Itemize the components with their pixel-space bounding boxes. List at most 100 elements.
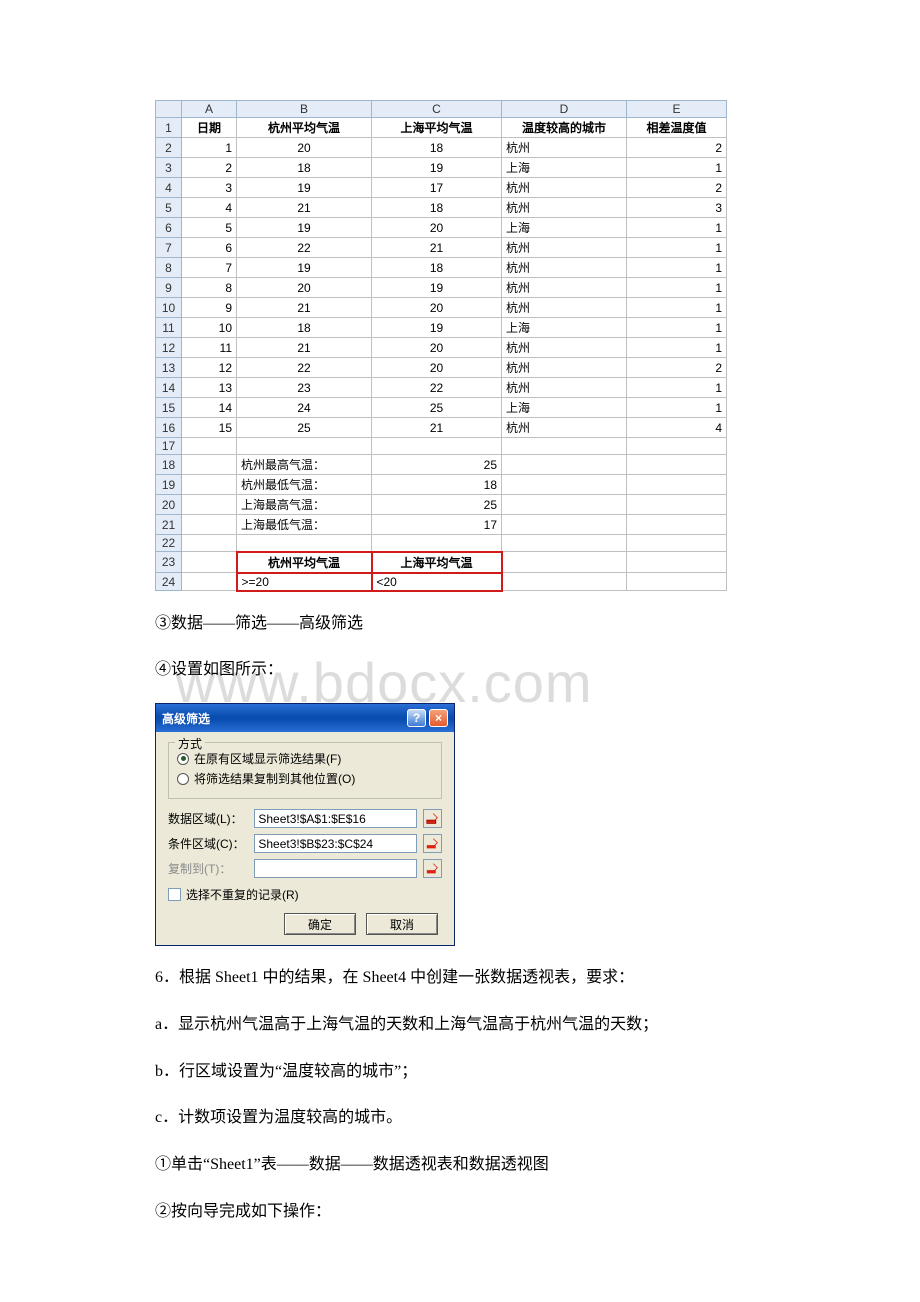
criteria-value-C[interactable]: <20 [372, 573, 502, 591]
cell[interactable]: 21 [237, 198, 372, 218]
cell[interactable]: 1 [182, 138, 237, 158]
col-header-E[interactable]: E [627, 101, 727, 118]
cell[interactable]: 2 [627, 178, 727, 198]
row-header[interactable]: 5 [156, 198, 182, 218]
cell[interactable]: 3 [182, 178, 237, 198]
cell[interactable]: 杭州 [502, 138, 627, 158]
row-header[interactable]: 16 [156, 418, 182, 438]
row-header[interactable]: 23 [156, 552, 182, 573]
cell[interactable]: 19 [372, 278, 502, 298]
cell[interactable]: 25 [372, 398, 502, 418]
collapse-dialog-icon[interactable] [423, 809, 442, 828]
summary-value[interactable]: 25 [372, 495, 502, 515]
radio-copy-label[interactable]: 将筛选结果复制到其他位置(O) [194, 770, 355, 787]
cell[interactable]: 上海 [502, 218, 627, 238]
cell[interactable]: 20 [372, 298, 502, 318]
row-header[interactable]: 11 [156, 318, 182, 338]
col-header-C[interactable]: C [372, 101, 502, 118]
cell[interactable]: 18 [372, 198, 502, 218]
cell[interactable]: 18 [237, 318, 372, 338]
row-header[interactable]: 14 [156, 378, 182, 398]
cell[interactable]: 1 [627, 298, 727, 318]
cell[interactable]: 15 [182, 418, 237, 438]
cell[interactable]: 18 [237, 158, 372, 178]
cell[interactable]: 杭州 [502, 238, 627, 258]
criteria-range-input[interactable] [254, 834, 417, 853]
cell[interactable]: 8 [182, 278, 237, 298]
cell[interactable]: 17 [372, 178, 502, 198]
row-header[interactable]: 24 [156, 573, 182, 591]
cell[interactable]: 温度较高的城市 [502, 118, 627, 138]
summary-label[interactable]: 上海最低气温： [237, 515, 372, 535]
col-header-D[interactable]: D [502, 101, 627, 118]
cell[interactable]: 3 [627, 198, 727, 218]
collapse-dialog-icon[interactable] [423, 834, 442, 853]
row-header[interactable]: 4 [156, 178, 182, 198]
radio-inplace-label[interactable]: 在原有区域显示筛选结果(F) [194, 750, 341, 767]
cell[interactable]: 日期 [182, 118, 237, 138]
cell[interactable]: 5 [182, 218, 237, 238]
col-header-B[interactable]: B [237, 101, 372, 118]
row-header[interactable]: 20 [156, 495, 182, 515]
cell[interactable]: 上海平均气温 [372, 118, 502, 138]
close-icon[interactable]: × [429, 709, 448, 727]
radio-inplace[interactable] [177, 753, 189, 765]
dialog-titlebar[interactable]: 高级筛选 ? × [156, 704, 454, 732]
cell[interactable]: 20 [372, 338, 502, 358]
cell[interactable]: 1 [627, 338, 727, 358]
cell[interactable]: 1 [627, 398, 727, 418]
summary-label[interactable]: 杭州最高气温： [237, 455, 372, 475]
cell[interactable]: 11 [182, 338, 237, 358]
cell[interactable]: 2 [627, 138, 727, 158]
unique-records-label[interactable]: 选择不重复的记录(R) [186, 886, 299, 903]
cell[interactable]: 13 [182, 378, 237, 398]
row-header[interactable]: 1 [156, 118, 182, 138]
cell[interactable]: 4 [627, 418, 727, 438]
row-header[interactable]: 18 [156, 455, 182, 475]
cell[interactable]: 杭州 [502, 298, 627, 318]
cell[interactable]: 23 [237, 378, 372, 398]
criteria-header-C[interactable]: 上海平均气温 [372, 552, 502, 573]
cell[interactable]: 杭州 [502, 258, 627, 278]
cell[interactable]: 杭州 [502, 198, 627, 218]
cell[interactable]: 杭州 [502, 358, 627, 378]
cell[interactable]: 18 [372, 258, 502, 278]
summary-label[interactable]: 杭州最低气温： [237, 475, 372, 495]
cell[interactable]: 20 [372, 358, 502, 378]
cell[interactable]: 19 [237, 178, 372, 198]
cell[interactable]: 19 [237, 218, 372, 238]
collapse-dialog-icon[interactable] [423, 859, 442, 878]
cell[interactable]: 1 [627, 318, 727, 338]
row-header[interactable]: 15 [156, 398, 182, 418]
cell[interactable]: 相差温度值 [627, 118, 727, 138]
cell[interactable]: 4 [182, 198, 237, 218]
col-header-A[interactable]: A [182, 101, 237, 118]
help-icon[interactable]: ? [407, 709, 426, 727]
cell[interactable]: 21 [372, 418, 502, 438]
cell[interactable]: 上海 [502, 398, 627, 418]
row-header[interactable]: 2 [156, 138, 182, 158]
cell[interactable]: 6 [182, 238, 237, 258]
cell[interactable]: 1 [627, 258, 727, 278]
cell[interactable]: 14 [182, 398, 237, 418]
row-header[interactable]: 17 [156, 438, 182, 455]
cell[interactable]: 20 [237, 278, 372, 298]
cell[interactable]: 杭州 [502, 338, 627, 358]
unique-records-checkbox[interactable] [168, 888, 181, 901]
row-header[interactable]: 9 [156, 278, 182, 298]
cell[interactable]: 1 [627, 378, 727, 398]
cell[interactable]: 18 [372, 138, 502, 158]
cell[interactable]: 杭州平均气温 [237, 118, 372, 138]
cancel-button[interactable]: 取消 [366, 913, 438, 935]
cell[interactable]: 24 [237, 398, 372, 418]
cell[interactable]: 1 [627, 278, 727, 298]
cell[interactable]: 19 [372, 318, 502, 338]
row-header[interactable]: 10 [156, 298, 182, 318]
cell[interactable]: 上海 [502, 318, 627, 338]
row-header[interactable]: 21 [156, 515, 182, 535]
cell[interactable]: 9 [182, 298, 237, 318]
row-header[interactable]: 22 [156, 535, 182, 552]
cell[interactable]: 20 [237, 138, 372, 158]
cell[interactable]: 杭州 [502, 378, 627, 398]
cell[interactable]: 21 [237, 298, 372, 318]
